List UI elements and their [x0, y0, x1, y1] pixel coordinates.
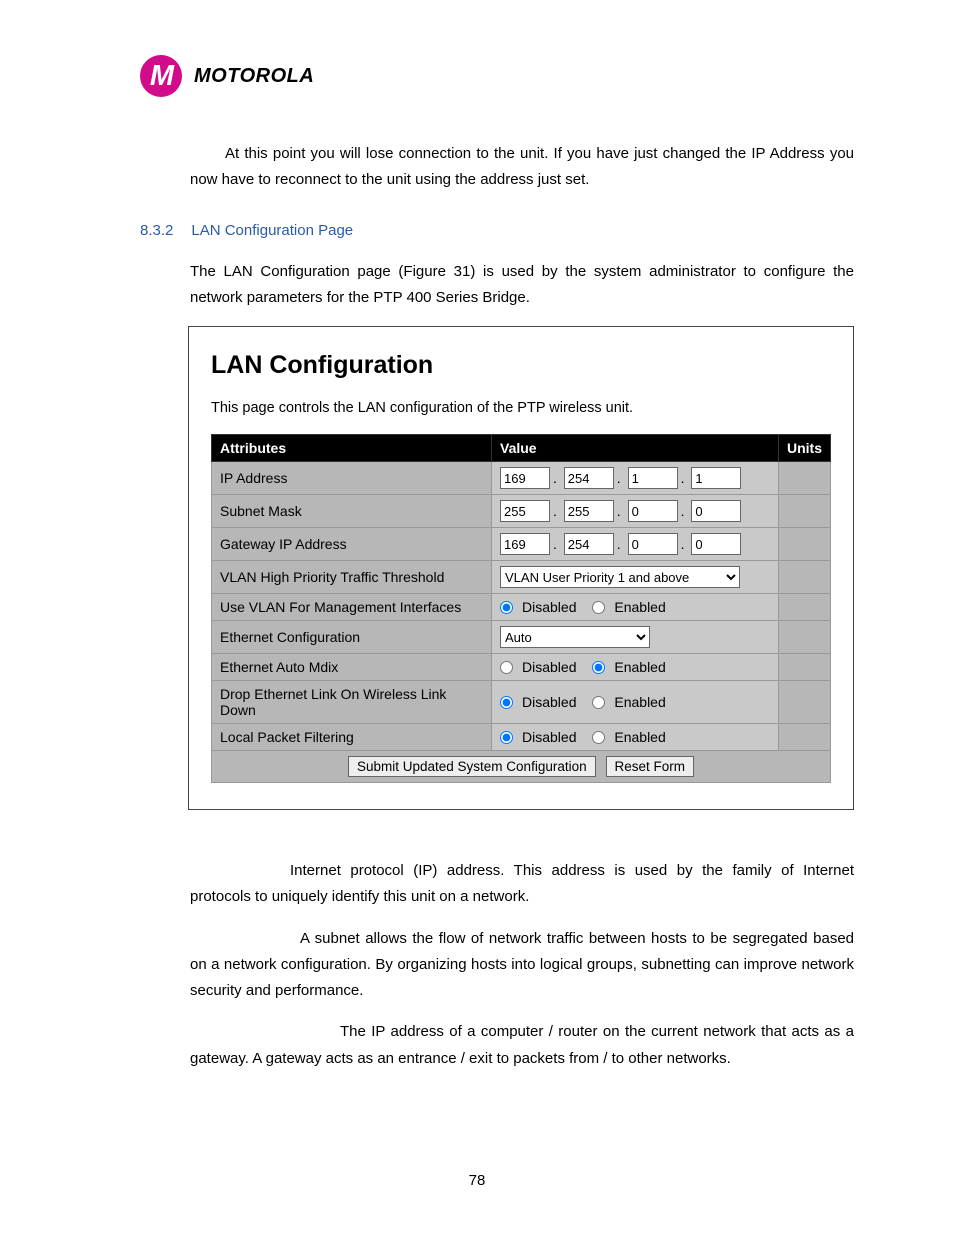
- units-mdix: [779, 654, 831, 681]
- units-vlanmgmt: [779, 594, 831, 621]
- units-vlanprio: [779, 561, 831, 594]
- button-row: Submit Updated System Configuration Rese…: [212, 751, 831, 783]
- mask-octet-2[interactable]: [564, 500, 614, 522]
- vlan-mgmt-disabled-radio[interactable]: [500, 601, 513, 614]
- label-subnet-mask: Subnet Mask: [212, 495, 492, 528]
- row-eth-mdix: Ethernet Auto Mdix Disabled Enabled: [212, 654, 831, 681]
- row-packet-filter: Local Packet Filtering Disabled Enabled: [212, 724, 831, 751]
- row-eth-config: Ethernet Configuration Auto: [212, 621, 831, 654]
- section-title: LAN Configuration Page: [191, 222, 353, 239]
- table-header-row: Attributes Value Units: [212, 435, 831, 462]
- units-drop: [779, 681, 831, 724]
- label-vlan-priority: VLAN High Priority Traffic Threshold: [212, 561, 492, 594]
- units-ethcfg: [779, 621, 831, 654]
- header-units: Units: [779, 435, 831, 462]
- row-ip-address: IP Address . . .: [212, 462, 831, 495]
- mask-octet-3[interactable]: [628, 500, 678, 522]
- mdix-disabled-label: Disabled: [522, 659, 576, 675]
- filter-enabled-radio[interactable]: [592, 731, 605, 744]
- label-gateway: Gateway IP Address: [212, 528, 492, 561]
- label-eth-mdix: Ethernet Auto Mdix: [212, 654, 492, 681]
- drop-disabled-radio[interactable]: [500, 696, 513, 709]
- drop-disabled-label: Disabled: [522, 694, 576, 710]
- units-ip: [779, 462, 831, 495]
- ip-octet-2[interactable]: [564, 467, 614, 489]
- row-vlan-priority: VLAN High Priority Traffic Threshold VLA…: [212, 561, 831, 594]
- filter-disabled-label: Disabled: [522, 729, 576, 745]
- filter-enabled-label: Enabled: [614, 729, 665, 745]
- definition-gateway: The IP address of a computer / router on…: [190, 1019, 854, 1072]
- gw-octet-2[interactable]: [564, 533, 614, 555]
- header-attributes: Attributes: [212, 435, 492, 462]
- mask-octet-4[interactable]: [691, 500, 741, 522]
- config-table: Attributes Value Units IP Address . . . …: [211, 434, 831, 783]
- gw-octet-3[interactable]: [628, 533, 678, 555]
- brand-header: M MOTOROLA: [140, 55, 854, 97]
- section-heading: 8.3.2 LAN Configuration Page: [140, 222, 854, 239]
- submit-button[interactable]: Submit Updated System Configuration: [348, 756, 596, 777]
- intro-paragraph: At this point you will lose connection t…: [190, 141, 854, 194]
- reset-button[interactable]: Reset Form: [606, 756, 695, 777]
- filter-disabled-radio[interactable]: [500, 731, 513, 744]
- gw-octet-4[interactable]: [691, 533, 741, 555]
- panel-title: LAN Configuration: [211, 351, 831, 380]
- brand-name: MOTOROLA: [194, 65, 314, 88]
- ip-octet-4[interactable]: [691, 467, 741, 489]
- eth-config-select[interactable]: Auto: [500, 626, 650, 648]
- row-vlan-mgmt: Use VLAN For Management Interfaces Disab…: [212, 594, 831, 621]
- mdix-enabled-label: Enabled: [614, 659, 665, 675]
- vlan-mgmt-disabled-label: Disabled: [522, 599, 576, 615]
- units-mask: [779, 495, 831, 528]
- mask-octet-1[interactable]: [500, 500, 550, 522]
- vlan-priority-select[interactable]: VLAN User Priority 1 and above: [500, 566, 740, 588]
- label-drop-link: Drop Ethernet Link On Wireless Link Down: [212, 681, 492, 724]
- definition-subnet-mask: A subnet allows the flow of network traf…: [190, 926, 854, 1005]
- mdix-enabled-radio[interactable]: [592, 661, 605, 674]
- label-ip-address: IP Address: [212, 462, 492, 495]
- label-eth-config: Ethernet Configuration: [212, 621, 492, 654]
- label-vlan-mgmt: Use VLAN For Management Interfaces: [212, 594, 492, 621]
- vlan-mgmt-enabled-label: Enabled: [614, 599, 665, 615]
- row-subnet-mask: Subnet Mask . . .: [212, 495, 831, 528]
- section-number: 8.3.2: [140, 222, 173, 239]
- vlan-mgmt-enabled-radio[interactable]: [592, 601, 605, 614]
- row-gateway: Gateway IP Address . . .: [212, 528, 831, 561]
- gw-octet-1[interactable]: [500, 533, 550, 555]
- drop-enabled-radio[interactable]: [592, 696, 605, 709]
- label-packet-filter: Local Packet Filtering: [212, 724, 492, 751]
- drop-enabled-label: Enabled: [614, 694, 665, 710]
- ip-octet-3[interactable]: [628, 467, 678, 489]
- section-body: The LAN Configuration page (Figure 31) i…: [190, 259, 854, 312]
- ip-octet-1[interactable]: [500, 467, 550, 489]
- row-drop-link: Drop Ethernet Link On Wireless Link Down…: [212, 681, 831, 724]
- mdix-disabled-radio[interactable]: [500, 661, 513, 674]
- header-value: Value: [492, 435, 779, 462]
- panel-description: This page controls the LAN configuration…: [211, 400, 831, 416]
- definition-ip: Internet protocol (IP) address. This add…: [190, 858, 854, 911]
- units-gw: [779, 528, 831, 561]
- page-number: 78: [0, 1172, 954, 1189]
- lan-config-panel: LAN Configuration This page controls the…: [188, 326, 854, 810]
- units-filter: [779, 724, 831, 751]
- motorola-logo-icon: M: [140, 55, 182, 97]
